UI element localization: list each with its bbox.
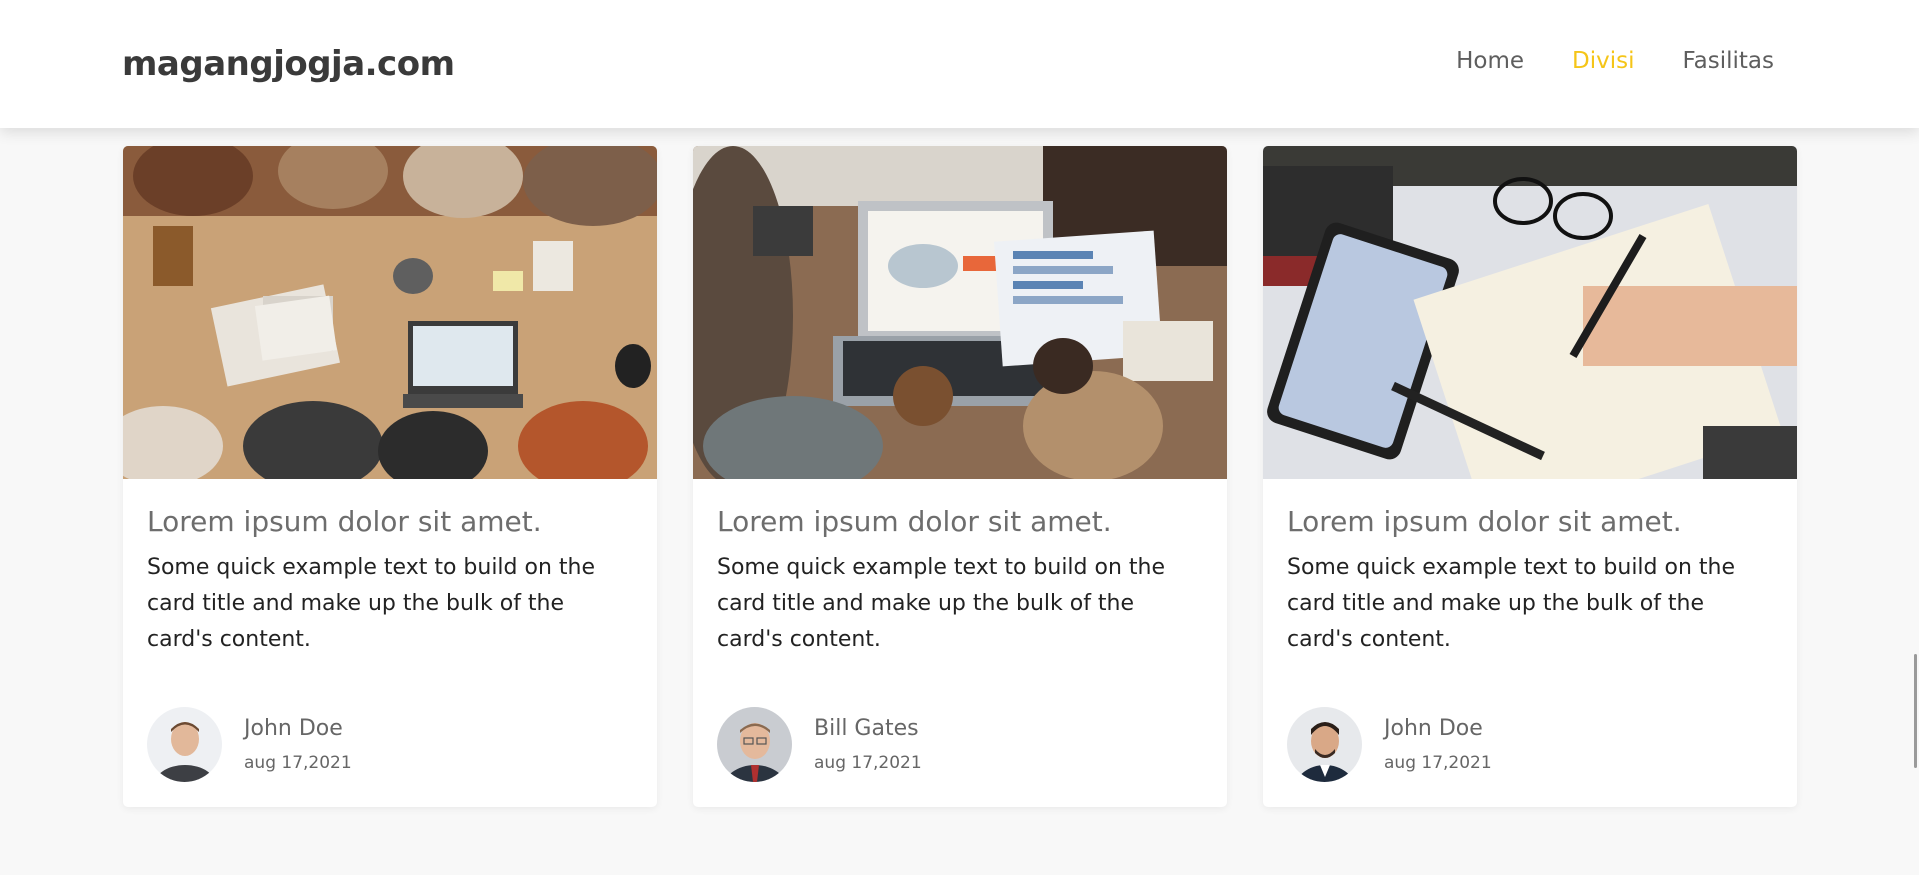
card-image xyxy=(693,146,1227,479)
nav-link-divisi[interactable]: Divisi xyxy=(1572,48,1634,74)
card-text: Some quick example text to build on the … xyxy=(1287,555,1736,652)
author: John Doe aug 17,2021 xyxy=(1287,707,1492,782)
author-name: John Doe xyxy=(1384,716,1483,741)
author-name: Bill Gates xyxy=(814,716,919,741)
author-info: John Doe aug 17,2021 xyxy=(1384,716,1492,773)
card-body: Lorem ipsum dolor sit amet. Some quick e… xyxy=(693,479,1227,658)
card-body: Lorem ipsum dolor sit amet. Some quick e… xyxy=(1263,479,1797,658)
author: Bill Gates aug 17,2021 xyxy=(717,707,922,782)
post-date: aug 17,2021 xyxy=(1384,753,1492,773)
post-date: aug 17,2021 xyxy=(244,753,352,773)
author-name: John Doe xyxy=(244,716,343,741)
author: John Doe aug 17,2021 xyxy=(147,707,352,782)
avatar xyxy=(147,707,222,782)
card-grid: Lorem ipsum dolor sit amet. Some quick e… xyxy=(123,146,1797,807)
scrollbar[interactable] xyxy=(1913,0,1919,875)
author-info: John Doe aug 17,2021 xyxy=(244,716,352,773)
nav-link-home[interactable]: Home xyxy=(1456,48,1524,74)
card-title: Lorem ipsum dolor sit amet. xyxy=(717,505,1112,538)
card-text: Some quick example text to build on the … xyxy=(147,555,596,652)
nav-links: Home Divisi Fasilitas xyxy=(1456,48,1774,74)
avatar xyxy=(717,707,792,782)
card-title: Lorem ipsum dolor sit amet. xyxy=(1287,505,1682,538)
scrollbar-thumb[interactable] xyxy=(1914,654,1917,768)
brand-logo[interactable]: magangjogja.com xyxy=(122,44,455,84)
post-date: aug 17,2021 xyxy=(814,753,922,773)
card-text: Some quick example text to build on the … xyxy=(717,555,1166,652)
card: Lorem ipsum dolor sit amet. Some quick e… xyxy=(123,146,657,807)
card-image xyxy=(1263,146,1797,479)
nav-link-fasilitas[interactable]: Fasilitas xyxy=(1683,48,1774,74)
card-title: Lorem ipsum dolor sit amet. xyxy=(147,505,542,538)
card: Lorem ipsum dolor sit amet. Some quick e… xyxy=(1263,146,1797,807)
navbar: magangjogja.com Home Divisi Fasilitas xyxy=(0,0,1919,128)
card-body: Lorem ipsum dolor sit amet. Some quick e… xyxy=(123,479,657,658)
card-image xyxy=(123,146,657,479)
author-info: Bill Gates aug 17,2021 xyxy=(814,716,922,773)
avatar xyxy=(1287,707,1362,782)
card: Lorem ipsum dolor sit amet. Some quick e… xyxy=(693,146,1227,807)
